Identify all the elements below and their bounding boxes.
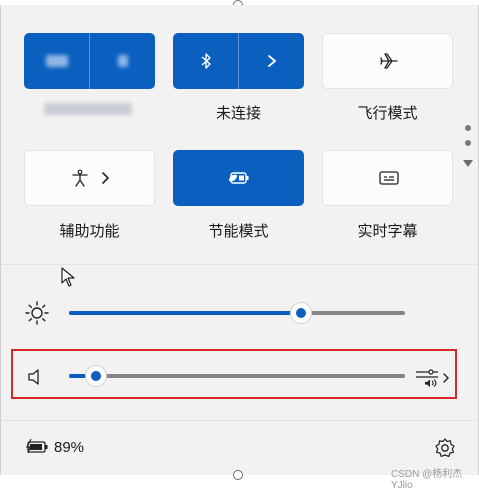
battery-leaf-icon (228, 172, 248, 184)
settings-gear-icon[interactable] (434, 437, 456, 459)
brightness-fill (69, 311, 301, 315)
airplane-toggle[interactable] (323, 34, 454, 88)
airplane-icon (379, 53, 398, 69)
airplane-mode-label: 飞行模式 (357, 105, 418, 122)
energy-saver-label: 节能模式 (208, 223, 269, 240)
chevron-right-icon (101, 172, 109, 184)
energy-saver-tile[interactable] (173, 150, 304, 206)
accessibility-label: 辅助功能 (59, 223, 120, 240)
live-captions-toggle[interactable] (323, 151, 454, 205)
bluetooth-toggle[interactable] (173, 33, 238, 89)
mouse-cursor-icon (61, 267, 75, 287)
watermark-text: CSDN @杨利杰YJlio (391, 469, 463, 491)
brightness-icon (25, 301, 49, 325)
quick-settings-panel: 未连接 飞行模式 辅助功能 节能模式 实时字幕 89% (0, 5, 479, 475)
battery-status[interactable]: 89% (25, 436, 84, 458)
bluetooth-label: 未连接 (215, 105, 261, 122)
volume-highlight-box (11, 349, 457, 399)
bottom-resize-handle[interactable] (233, 470, 243, 480)
triangle-down-icon[interactable] (463, 160, 473, 168)
section-divider (1, 264, 478, 265)
airplane-mode-tile[interactable] (322, 33, 453, 89)
page-indicator[interactable] (463, 125, 473, 173)
brightness-thumb[interactable] (291, 303, 311, 323)
accessibility-tile[interactable] (24, 150, 155, 206)
battery-charging-icon (26, 439, 48, 454)
energy-saver-toggle[interactable] (173, 150, 304, 206)
bluetooth-tile[interactable] (173, 33, 304, 89)
accessibility-button[interactable] (25, 151, 156, 205)
live-captions-tile[interactable] (322, 150, 453, 206)
bluetooth-icon (201, 53, 211, 69)
page-dot[interactable] (465, 125, 471, 131)
brightness-slider[interactable] (69, 301, 405, 325)
wifi-tile[interactable] (24, 33, 155, 89)
section-divider (1, 420, 478, 421)
bluetooth-expand-button[interactable] (239, 33, 304, 89)
wifi-network-label (44, 103, 132, 115)
battery-percentage: 89% (54, 438, 85, 456)
page-dot[interactable] (465, 140, 471, 146)
chevron-right-icon (267, 55, 276, 67)
wifi-toggle[interactable] (24, 33, 89, 89)
chevron-right-icon (117, 55, 128, 67)
accessibility-icon (71, 169, 88, 187)
captions-icon (378, 171, 399, 185)
wifi-icon (45, 55, 68, 67)
live-captions-label: 实时字幕 (357, 223, 418, 240)
wifi-expand-button[interactable] (90, 33, 155, 89)
